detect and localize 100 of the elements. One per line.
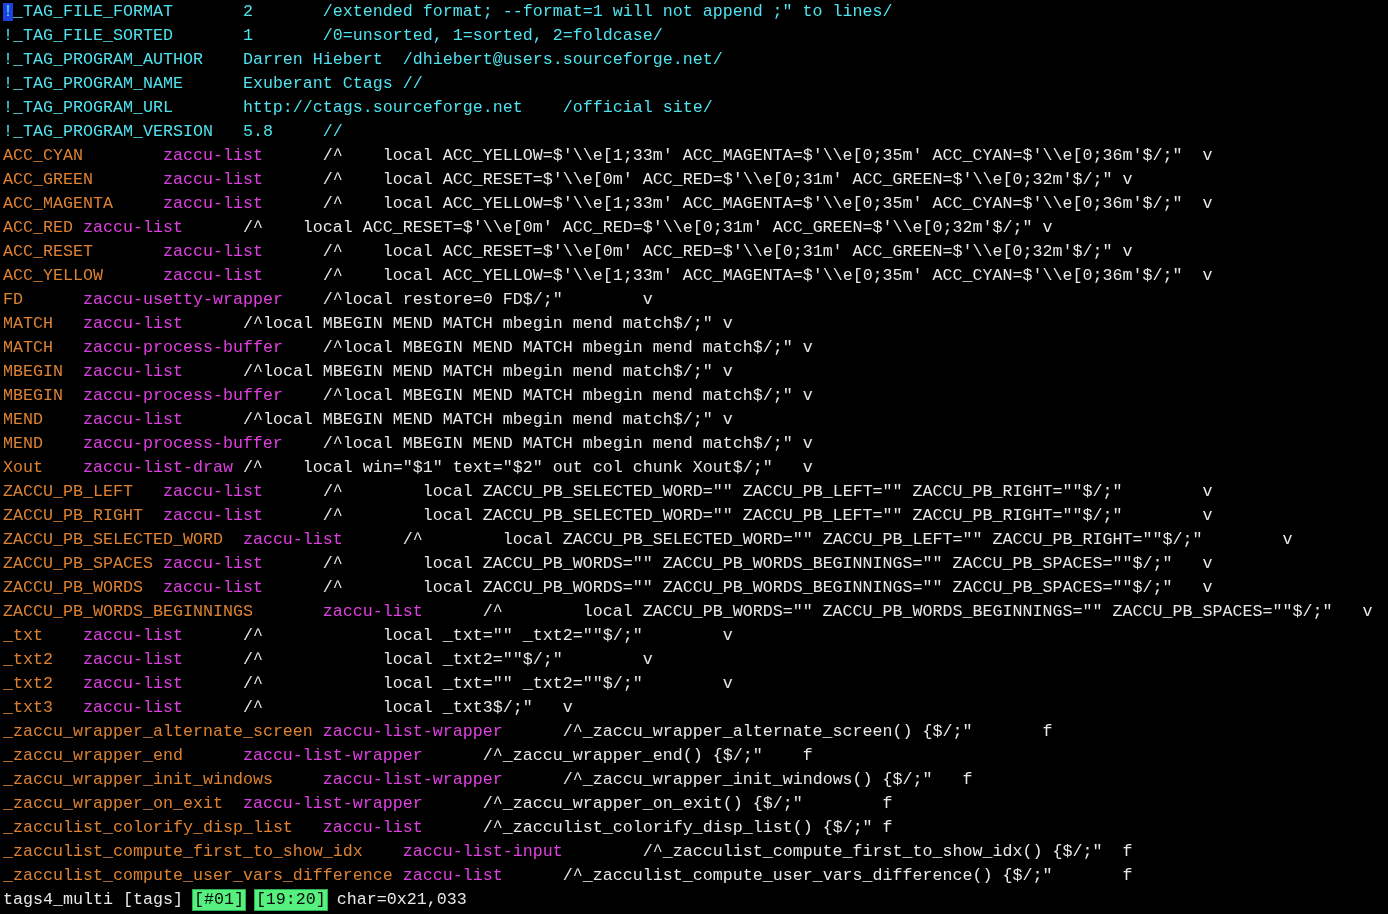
kind-letter: f (1042, 721, 1053, 743)
tag-name: _zaccu_wrapper_on_exit (3, 793, 223, 815)
search-pattern: /^local MBEGIN MEND MATCH mbegin mend match$/;" (322, 385, 793, 407)
tag-name: _zaccu_wrapper_alternate_screen (3, 721, 313, 743)
tag-name: ACC_YELLOW (3, 265, 103, 287)
file-name: zaccu-list (162, 505, 263, 527)
file-name: zaccu-list-draw (82, 457, 233, 479)
kind-letter: v (802, 385, 813, 407)
tag-name: ZACCU_PB_RIGHT (3, 505, 143, 527)
kind-letter: v (722, 313, 733, 335)
header-comment: /extended format; --format=1 will not append ;" to lines/ (322, 1, 893, 23)
search-pattern: /^_zaccu_wrapper_init_windows() {$/;" (562, 769, 933, 791)
kind-letter: v (1122, 169, 1133, 191)
file-name: zaccu-list-wrapper (242, 793, 423, 815)
search-pattern: /^local MBEGIN MEND MATCH mbegin mend match$/;" (242, 361, 713, 383)
kind-letter: v (722, 673, 733, 695)
kind-letter: v (1202, 265, 1213, 287)
header-value: 5.8 (242, 121, 273, 143)
search-pattern: /^ local ACC_RESET=$'\\e[0m' ACC_RED=$'\\e[0;31m' ACC_GREEN=$'\\e[0;32m'$/;" (322, 241, 1113, 263)
search-pattern: /^ local ZACCU_PB_WORDS="" ZACCU_PB_WORDS_BEGINNINGS="" ZACCU_PB_SPACES=""$/;" (482, 601, 1333, 623)
file-name: zaccu-list (82, 409, 183, 431)
search-pattern: /^local MBEGIN MEND MATCH mbegin mend match$/;" (242, 409, 713, 431)
search-pattern: /^ local _txt3$/;" (242, 697, 533, 719)
status-badge: [#01] (192, 890, 245, 910)
tag-name: ACC_RESET (3, 241, 93, 263)
search-pattern: /^ local ACC_YELLOW=$'\\e[1;33m' ACC_MAGENTA=$'\\e[0;35m' ACC_CYAN=$'\\e[0;36m'$/;" (322, 265, 1183, 287)
tag-name: _txt3 (3, 697, 53, 719)
search-pattern: /^local MBEGIN MEND MATCH mbegin mend match$/;" (322, 433, 793, 455)
tag-name: MATCH (3, 313, 53, 335)
header-comment: /0=unsorted, 1=sorted, 2=foldcase/ (322, 25, 663, 47)
file-name: zaccu-list-wrapper (322, 769, 503, 791)
tag-name: MATCH (3, 337, 53, 359)
tag-name: _txt2 (3, 649, 53, 671)
search-pattern: /^local MBEGIN MEND MATCH mbegin mend match$/;" (322, 337, 793, 359)
file-name: zaccu-list (162, 193, 263, 215)
tag-name: ZACCU_PB_WORDS_BEGINNINGS (3, 601, 253, 623)
search-pattern: /^ local ZACCU_PB_SELECTED_WORD="" ZACCU_PB_LEFT="" ZACCU_PB_RIGHT=""$/;" (402, 529, 1203, 551)
tag-name: ZACCU_PB_WORDS (3, 577, 143, 599)
kind-letter: v (1202, 577, 1213, 599)
header-comment: /official site/ (562, 97, 713, 119)
search-pattern: /^_zacculist_colorify_disp_list() {$/;" (482, 817, 873, 839)
kind-letter: v (1042, 217, 1053, 239)
tag-name: _zaccu_wrapper_end (3, 745, 183, 767)
search-pattern: /^ local _txt="" _txt2=""$/;" (242, 673, 643, 695)
tag-name: _zacculist_colorify_disp_list (3, 817, 293, 839)
header-value: http://ctags.sourceforge.net (242, 97, 523, 119)
tag-name: ZACCU_PB_LEFT (3, 481, 133, 503)
tag-name: MBEGIN (3, 385, 63, 407)
file-name: zaccu-list (322, 817, 423, 839)
search-pattern: /^local MBEGIN MEND MATCH mbegin mend match$/;" (242, 313, 713, 335)
header-value: 2 (242, 1, 253, 23)
kind-letter: v (1362, 601, 1373, 623)
tag-name: MBEGIN (3, 361, 63, 383)
search-pattern: /^ local ACC_YELLOW=$'\\e[1;33m' ACC_MAGENTA=$'\\e[0;35m' ACC_CYAN=$'\\e[0;36m'$/;" (322, 193, 1183, 215)
kind-letter: v (1122, 241, 1133, 263)
tag-name: ZACCU_PB_SELECTED_WORD (3, 529, 223, 551)
header-value: Exuberant Ctags // (242, 73, 423, 95)
search-pattern: /^_zacculist_compute_user_vars_difference() {$/;" (562, 865, 1053, 887)
file-name: zaccu-list (82, 625, 183, 647)
tag-name: ACC_MAGENTA (3, 193, 113, 215)
search-pattern: /^ local _txt2=""$/;" (242, 649, 563, 671)
kind-letter: v (562, 697, 573, 719)
kind-letter: f (882, 817, 893, 839)
tag-name: FD (3, 289, 23, 311)
search-pattern: /^_zaccu_wrapper_end() {$/;" (482, 745, 763, 767)
kind-letter: v (722, 409, 733, 431)
search-pattern: /^ local ZACCU_PB_WORDS="" ZACCU_PB_WORDS_BEGINNINGS="" ZACCU_PB_SPACES=""$/;" (322, 577, 1173, 599)
search-pattern: /^ local ACC_RESET=$'\\e[0m' ACC_RED=$'\\e[0;31m' ACC_GREEN=$'\\e[0;32m'$/;" (322, 169, 1113, 191)
search-pattern: /^_zaccu_wrapper_on_exit() {$/;" (482, 793, 803, 815)
file-name: zaccu-list-input (402, 841, 563, 863)
header-comment: /dhiebert@users.sourceforge.net/ (402, 49, 723, 71)
kind-letter: v (642, 649, 653, 671)
kind-letter: f (962, 769, 973, 791)
tag-name: _zaccu_wrapper_init_windows (3, 769, 273, 791)
file-name: zaccu-list (82, 673, 183, 695)
header-key: !_TAG_PROGRAM_URL (3, 96, 173, 120)
file-name: zaccu-list (162, 145, 263, 167)
kind-letter: f (1122, 841, 1133, 863)
file-name: zaccu-usetty-wrapper (82, 289, 283, 311)
file-name: zaccu-list (82, 649, 183, 671)
kind-letter: v (802, 457, 813, 479)
search-pattern: /^ local ACC_YELLOW=$'\\e[1;33m' ACC_MAGENTA=$'\\e[0;35m' ACC_CYAN=$'\\e[0;36m'$/;" (322, 145, 1183, 167)
kind-letter: v (1202, 145, 1213, 167)
tag-name: MEND (3, 433, 43, 455)
kind-letter: v (722, 361, 733, 383)
search-pattern: /^ local ZACCU_PB_WORDS="" ZACCU_PB_WORDS_BEGINNINGS="" ZACCU_PB_SPACES=""$/;" (322, 553, 1173, 575)
header-comment: // (322, 121, 343, 143)
tag-name: _zacculist_compute_user_vars_difference (3, 865, 393, 887)
kind-letter: v (1202, 193, 1213, 215)
file-name: zaccu-list (162, 169, 263, 191)
file-name: zaccu-list (82, 313, 183, 335)
file-name: zaccu-list-wrapper (322, 721, 503, 743)
file-name: zaccu-list (242, 529, 343, 551)
kind-letter: f (882, 793, 893, 815)
file-name: zaccu-list (402, 865, 503, 887)
tag-name: ACC_GREEN (3, 169, 93, 191)
file-name: zaccu-list-wrapper (242, 745, 423, 767)
status-text: char=0x21,033 (336, 889, 467, 911)
status-text: [tags] (122, 889, 183, 911)
file-name: zaccu-list (82, 217, 183, 239)
